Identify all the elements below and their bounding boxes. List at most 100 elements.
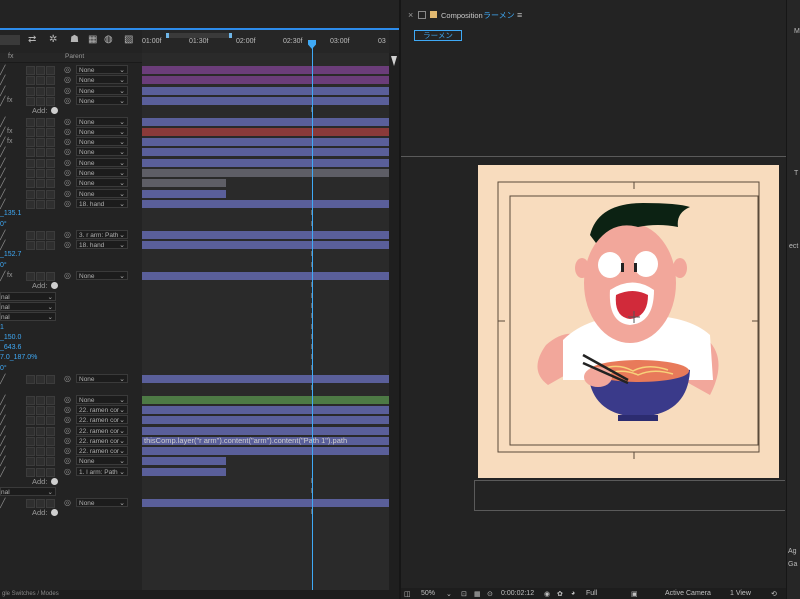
parent-dropdown[interactable]: None ⌄ [76, 75, 128, 84]
layer-switch[interactable] [36, 406, 45, 415]
layer-switch[interactable] [46, 169, 55, 178]
layer-switch[interactable] [36, 138, 45, 147]
layer-switch[interactable] [46, 447, 55, 456]
resolution-dropdown[interactable]: Full [586, 590, 597, 597]
property-value[interactable]: _150.0 [0, 333, 21, 343]
layer-switch[interactable] [26, 200, 35, 209]
layer-row[interactable]: ╱ ◎ None ⌄ [0, 456, 142, 466]
draft-3d-icon[interactable]: ✲ [49, 34, 57, 45]
layer-row[interactable]: ╱ ◎ 22. ramen cor ⌄ [0, 405, 142, 415]
layer-duration-bar[interactable] [142, 169, 389, 177]
layer-switch[interactable] [36, 128, 45, 137]
layer-duration-bar[interactable] [142, 457, 226, 465]
parent-pick-whip-icon[interactable]: ◎ [64, 158, 71, 168]
layer-row[interactable]: ╱ ◎ None ⌄ [0, 395, 142, 405]
mask-visibility-icon[interactable]: ⊙ [487, 590, 493, 598]
layer-switch[interactable] [36, 437, 45, 446]
layer-switch[interactable] [26, 416, 35, 425]
layer-row[interactable]: nal ⌄ [0, 302, 142, 312]
layer-switch[interactable] [26, 457, 35, 466]
layer-row[interactable] [0, 384, 142, 394]
composition-mini-flowchart-icon[interactable]: ⇄ [28, 34, 36, 45]
layer-switch[interactable] [46, 200, 55, 209]
layer-switch[interactable] [46, 272, 55, 281]
layer-duration-bar[interactable] [142, 128, 389, 136]
parent-pick-whip-icon[interactable]: ◎ [64, 137, 71, 147]
blend-mode-dropdown[interactable]: nal ⌄ [0, 292, 56, 301]
motion-blur-icon[interactable]: ◍ [104, 34, 113, 45]
parent-dropdown[interactable]: 1. l arm: Path ⌄ [76, 467, 128, 476]
right-panel-item[interactable]: ect [789, 243, 798, 250]
layer-duration-bar[interactable] [142, 179, 226, 187]
chevron-down-icon[interactable]: ⌄ [446, 590, 452, 598]
parent-dropdown[interactable]: None ⌄ [76, 456, 128, 465]
property-value[interactable]: _135.1 [0, 209, 21, 219]
parent-dropdown[interactable]: None ⌄ [76, 96, 128, 105]
work-area-bar[interactable] [166, 33, 232, 38]
layer-switch[interactable] [26, 179, 35, 188]
layer-switch[interactable] [36, 97, 45, 106]
parent-pick-whip-icon[interactable]: ◎ [64, 127, 71, 137]
layer-row[interactable]: 1 [0, 323, 142, 333]
graph-editor-icon[interactable]: ▧ [124, 34, 133, 45]
add-button[interactable] [51, 107, 58, 114]
layer-duration-bar[interactable] [142, 375, 389, 383]
parent-pick-whip-icon[interactable]: ◎ [64, 147, 71, 157]
parent-dropdown[interactable]: None ⌄ [76, 147, 128, 156]
fx-switch-icon[interactable]: fx [7, 127, 12, 137]
parent-pick-whip-icon[interactable]: ◎ [64, 178, 71, 188]
parent-dropdown[interactable]: None ⌄ [76, 127, 128, 136]
show-snapshot-icon[interactable]: ✿ [557, 590, 563, 598]
layer-row[interactable]: nal ⌄ [0, 487, 142, 497]
layer-switch[interactable] [36, 447, 45, 456]
layer-switch[interactable] [46, 437, 55, 446]
parent-pick-whip-icon[interactable]: ◎ [64, 415, 71, 425]
timeline-scrollbar[interactable] [389, 53, 399, 593]
parent-dropdown[interactable]: None ⌄ [76, 168, 128, 177]
add-button[interactable] [51, 509, 58, 516]
layer-row[interactable]: Add: [0, 508, 142, 518]
layer-row[interactable]: ╱ ◎ 22. ramen cor ⌄ [0, 415, 142, 425]
layer-switch[interactable] [46, 87, 55, 96]
right-panel-item[interactable]: T [794, 170, 798, 177]
layer-switch[interactable] [36, 66, 45, 75]
lock-icon[interactable] [418, 11, 426, 19]
layer-duration-bar[interactable] [142, 138, 389, 146]
composition-artboard[interactable] [478, 165, 779, 478]
layer-switch[interactable] [26, 118, 35, 127]
layer-row[interactable]: ╱ ◎ None ⌄ [0, 158, 142, 168]
parent-dropdown[interactable]: 22. ramen cor ⌄ [76, 436, 128, 445]
layer-switch[interactable] [36, 159, 45, 168]
layer-row[interactable]: ╱ fx ◎ None ⌄ [0, 127, 142, 137]
layer-switch[interactable] [26, 159, 35, 168]
layer-row[interactable]: 7.0_187.0% [0, 353, 142, 363]
blend-mode-dropdown[interactable]: nal ⌄ [0, 302, 56, 311]
layer-duration-bar[interactable] [142, 87, 389, 95]
parent-pick-whip-icon[interactable]: ◎ [64, 395, 71, 405]
add-button[interactable] [51, 282, 58, 289]
layer-switch[interactable] [36, 468, 45, 477]
layer-row[interactable]: ╱ fx ◎ None ⌄ [0, 96, 142, 106]
layer-switch[interactable] [46, 179, 55, 188]
layer-row[interactable]: ╱ fx ◎ None ⌄ [0, 271, 142, 281]
layer-switch[interactable] [36, 416, 45, 425]
parent-dropdown[interactable]: 22. ramen cor ⌄ [76, 426, 128, 435]
layer-switch[interactable] [46, 499, 55, 508]
work-area-start-handle[interactable] [166, 33, 169, 38]
layer-duration-bar[interactable] [142, 66, 389, 74]
frame-blending-icon[interactable]: ▦ [88, 34, 97, 45]
layer-duration-bar[interactable] [142, 200, 389, 208]
parent-dropdown[interactable]: None ⌄ [76, 137, 128, 146]
layer-switch[interactable] [46, 416, 55, 425]
right-panel-item[interactable]: M [794, 28, 800, 35]
layer-switch[interactable] [36, 427, 45, 436]
track-area[interactable]: IIIIIIIIIIIIIIIIII [142, 53, 389, 593]
fx-switch-icon[interactable]: fx [7, 96, 12, 106]
layer-switch[interactable] [36, 457, 45, 466]
layer-switch[interactable] [36, 190, 45, 199]
parent-pick-whip-icon[interactable]: ◎ [64, 65, 71, 75]
layer-switch[interactable] [46, 66, 55, 75]
layer-row[interactable]: 0° [0, 220, 142, 230]
layer-switch[interactable] [46, 468, 55, 477]
layer-switch[interactable] [26, 468, 35, 477]
